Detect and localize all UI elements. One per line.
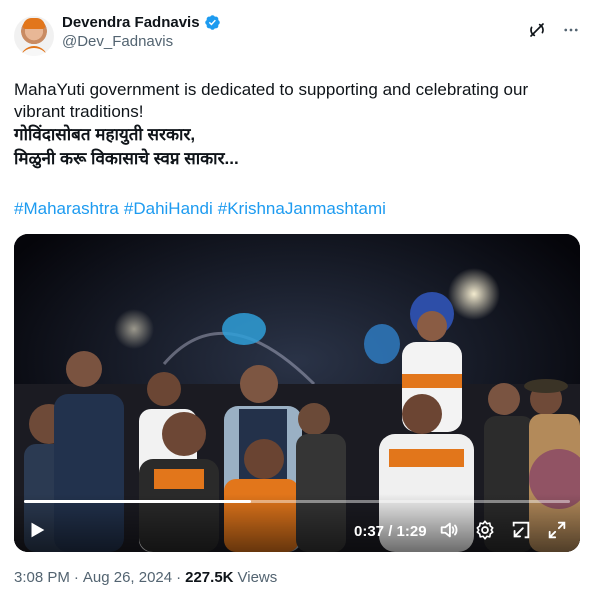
hashtags: #Maharashtra #DahiHandi #KrishnaJanmasht… xyxy=(14,199,386,219)
author-identity: Devendra Fadnavis @Dev_Fadnavis xyxy=(62,14,221,50)
tweet-marathi-line-1: गोविंदासोबत महायुती सरकार, xyxy=(14,125,196,144)
views-label: Views xyxy=(237,569,278,586)
tweet-header: Devendra Fadnavis @Dev_Fadnavis xyxy=(14,14,581,64)
pip-icon[interactable] xyxy=(510,519,532,541)
hashtag-maharashtra[interactable]: #Maharashtra xyxy=(14,199,119,219)
author-name[interactable]: Devendra Fadnavis xyxy=(62,14,200,31)
tweet-text-line-1: MahaYuti government is dedicated to supp… xyxy=(14,80,529,99)
avatar[interactable] xyxy=(14,16,54,56)
progress-bar[interactable] xyxy=(24,500,570,503)
post-date[interactable]: Aug 26, 2024 xyxy=(83,569,172,586)
tweet-text: MahaYuti government is dedicated to supp… xyxy=(14,79,574,171)
name-row: Devendra Fadnavis xyxy=(62,14,221,31)
avatar-cap xyxy=(23,18,45,29)
more-icon[interactable] xyxy=(561,20,581,40)
views-count: 227.5K xyxy=(185,569,234,586)
tweet-meta: 3:08 PM · Aug 26, 2024 · 227.5K Views xyxy=(14,569,277,586)
settings-icon[interactable] xyxy=(474,519,496,541)
video-controls: 0:37 / 1:29 xyxy=(14,494,580,552)
video-player[interactable]: 0:37 / 1:29 xyxy=(14,234,580,552)
avatar-shirt xyxy=(20,46,48,56)
post-time[interactable]: 3:08 PM xyxy=(14,569,70,586)
fullscreen-icon[interactable] xyxy=(546,519,568,541)
header-actions xyxy=(527,20,581,40)
hashtag-krishnajanmashtami[interactable]: #KrishnaJanmashtami xyxy=(218,199,386,219)
verified-badge-icon xyxy=(204,15,220,30)
meta-separator: · xyxy=(176,569,182,586)
video-time: 0:37 / 1:29 xyxy=(354,523,427,540)
grok-icon[interactable] xyxy=(527,20,547,40)
current-time: 0:37 xyxy=(354,523,385,540)
duration: 1:29 xyxy=(396,523,427,540)
progress-fill xyxy=(24,500,251,503)
tweet-text-line-2: vibrant traditions! xyxy=(14,102,144,121)
meta-separator: · xyxy=(73,569,79,586)
hashtag-dahihandi[interactable]: #DahiHandi xyxy=(124,199,213,219)
volume-icon[interactable] xyxy=(438,519,460,541)
time-separator: / xyxy=(388,523,393,540)
play-icon[interactable] xyxy=(26,519,48,541)
tweet-marathi-line-2: मिळुनी करू विकासाचे स्वप्न साकार... xyxy=(14,149,239,168)
author-handle[interactable]: @Dev_Fadnavis xyxy=(62,33,221,50)
